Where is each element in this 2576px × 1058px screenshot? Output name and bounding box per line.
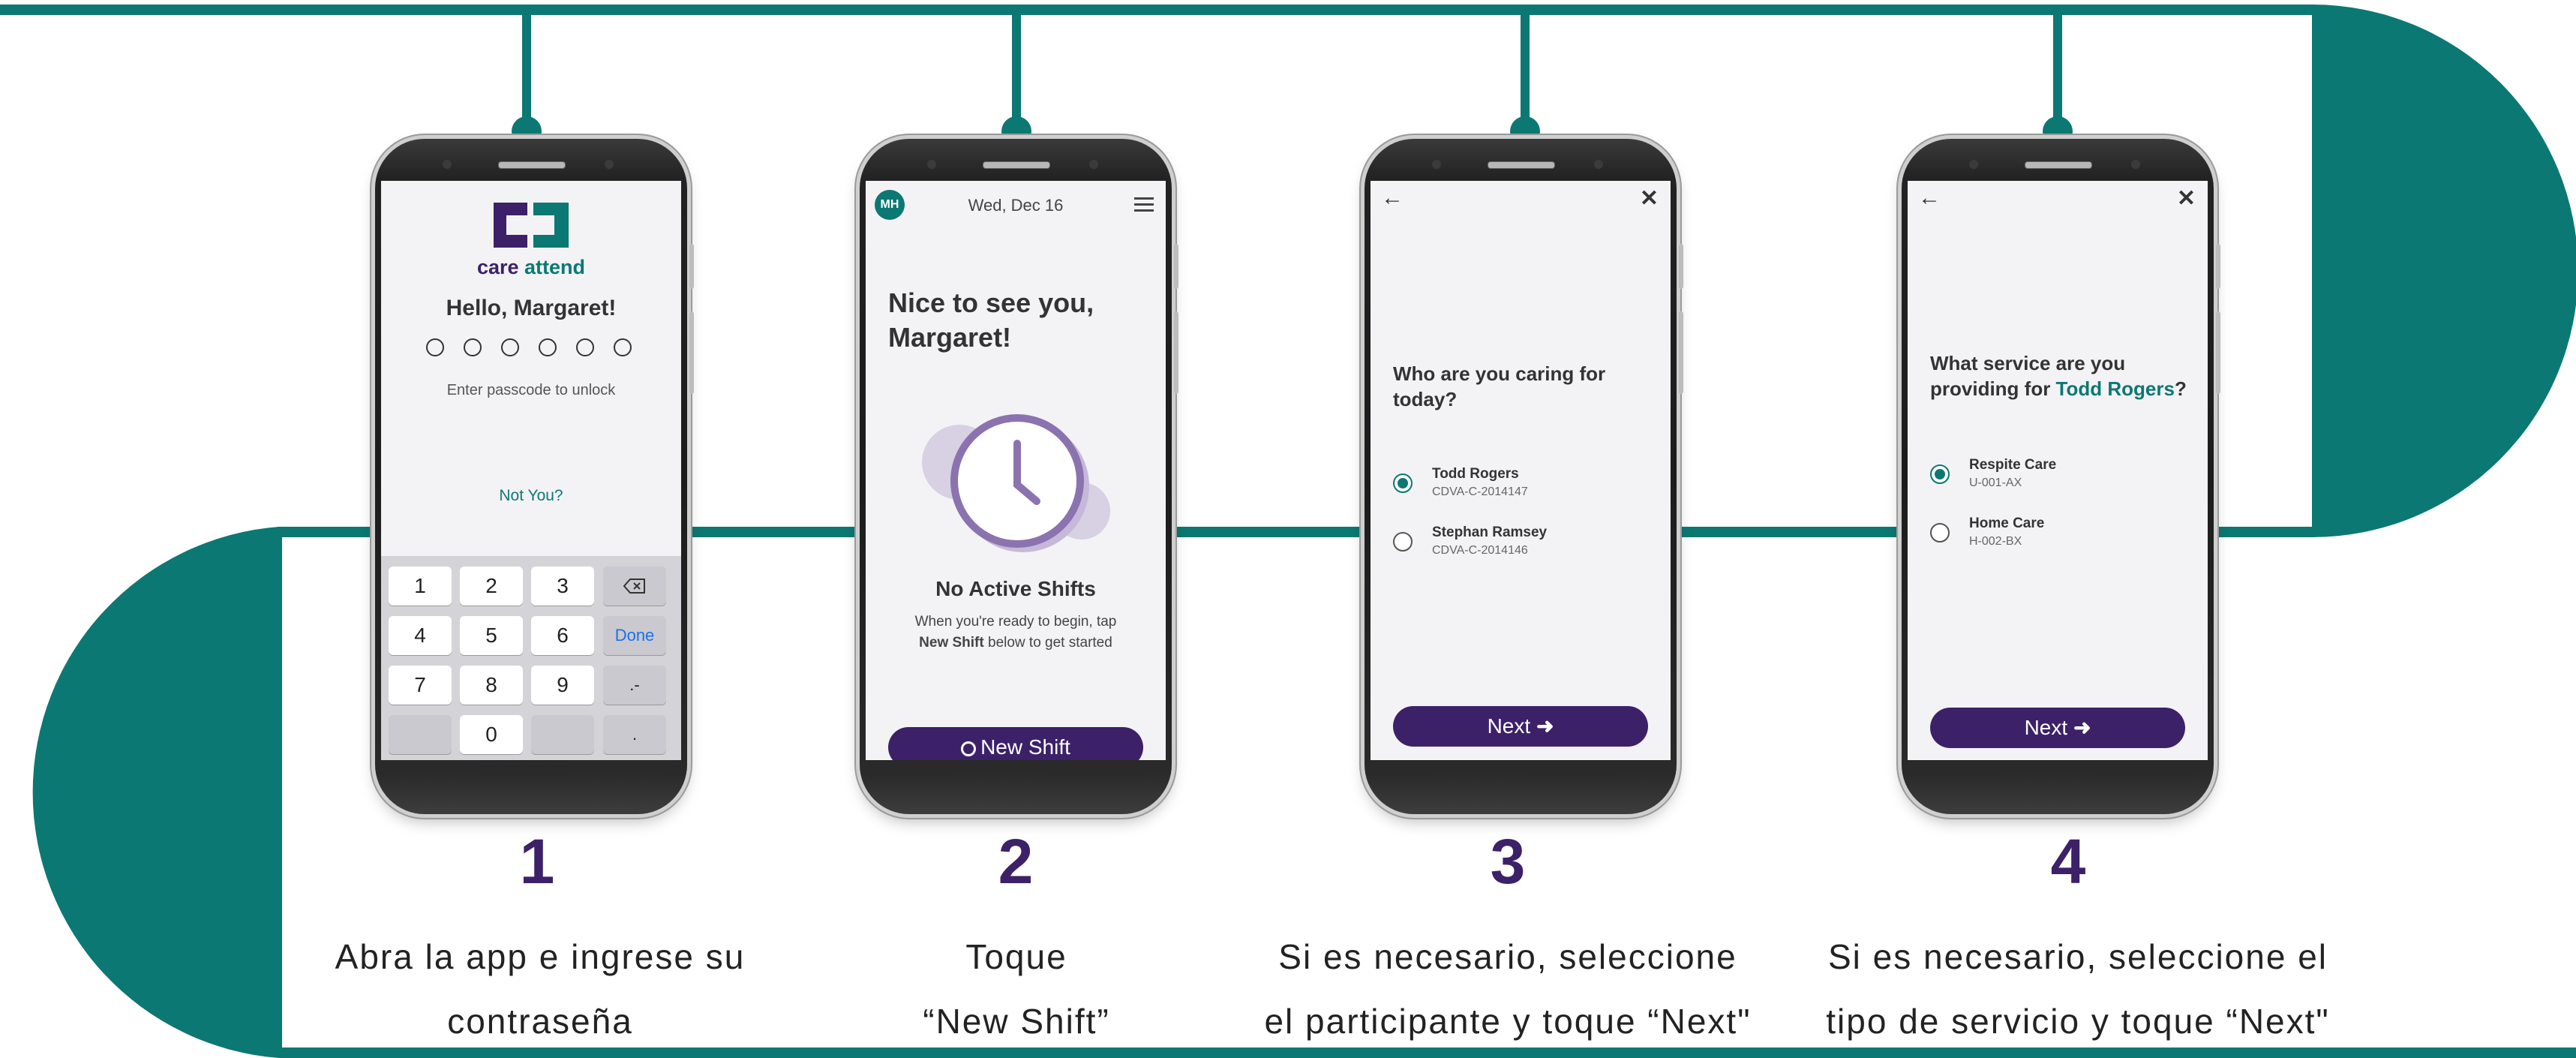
service-option[interactable]: Respite Care U-001-AX [1930,457,2170,494]
phone-step-1: care attend Hello, Margaret! Enter passc… [375,139,694,814]
logo-wordmark: care attend [476,256,586,278]
key-4[interactable]: 4 [389,616,452,655]
not-you-link[interactable]: Not You? [381,487,681,505]
option-name: Todd Rogers [1432,466,1519,482]
speaker [2025,161,2092,169]
lock-screen: care attend Hello, Margaret! Enter passc… [381,181,681,760]
service-select-screen: ← ✕ What service are you providing for T… [1908,181,2208,760]
arrow-right-icon: ➜ [1536,714,1554,738]
option-name: Respite Care [1969,457,2057,473]
step-caption-3: Si es necesario, seleccione el participa… [1264,937,1752,1041]
key-1[interactable]: 1 [389,567,452,606]
back-arrow-icon[interactable]: ← [1918,185,1941,211]
backspace-icon [623,579,645,594]
participant-select-screen: ← ✕ Who are you caring for today? Todd R… [1371,181,1671,760]
header-date: Wed, Dec 16 [968,196,1064,215]
radio-unselected[interactable] [1930,523,1950,543]
blank-key [531,715,594,754]
back-arrow-icon[interactable]: ← [1381,185,1404,211]
greeting: Hello, Margaret! [446,296,617,320]
option-code: CDVA-C-2014146 [1432,544,1528,557]
key-2[interactable]: 2 [460,567,523,606]
step-number-2: 2 [998,826,1034,897]
speaker [983,161,1050,169]
phone-step-3: ← ✕ Who are you caring for today? Todd R… [1365,139,1683,814]
new-shift-button[interactable]: New Shift [888,727,1143,760]
option-code: CDVA-C-2014147 [1432,485,1528,498]
participant-option[interactable]: Todd Rogers CDVA-C-2014147 [1393,466,1633,503]
key-5[interactable]: 5 [460,616,523,655]
help-text: When you're ready to begin, tap New Shif… [914,614,1117,651]
next-button[interactable]: Next ➜ [1930,708,2185,748]
participant-option[interactable]: Stephan Ramsey CDVA-C-2014146 [1393,524,1633,562]
no-active-shifts: No Active Shifts [935,577,1096,600]
step-caption-1: Abra la app e ingrese su contraseña [335,937,746,1041]
backspace-key[interactable] [603,567,666,606]
step-number-3: 3 [1490,826,1526,897]
key-0[interactable]: 0 [460,715,523,754]
participant-question: Who are you caring for today? [1393,362,1606,410]
period-key[interactable]: . [603,715,666,754]
done-key[interactable]: Done [603,616,666,655]
option-name: Stephan Ramsey [1432,524,1548,540]
hamburger-menu-icon[interactable] [1134,197,1154,212]
service-option[interactable]: Home Care H-002-BX [1930,515,2170,553]
passcode-hint: Enter passcode to unlock [446,382,616,398]
step-number-4: 4 [2050,826,2086,897]
phone-step-2: MH Wed, Dec 16 Nice to see you, Margaret… [860,139,1178,814]
welcome-heading: Nice to see you, Margaret! [888,287,1094,353]
clock-icon [922,414,1110,552]
key-3[interactable]: 3 [531,567,594,606]
careattend-logo-icon [494,203,569,248]
numeric-keypad: 1 2 3 4 5 6 Done 7 8 9 .- 0 . [381,556,681,760]
close-icon[interactable]: ✕ [2177,185,2196,212]
radio-unselected[interactable] [1393,532,1413,552]
symbol-key[interactable]: .- [603,666,666,705]
home-screen: MH Wed, Dec 16 Nice to see you, Margaret… [866,181,1166,760]
key-7[interactable]: 7 [389,666,452,705]
passcode-dots [426,338,651,358]
service-question: What service are you providing for Todd … [1930,352,2187,400]
close-icon[interactable]: ✕ [1640,185,1659,212]
clock-small-icon [961,741,977,756]
speaker [498,161,566,169]
step-caption-2: Toque “New Shift” [923,937,1110,1041]
key-6[interactable]: 6 [531,616,594,655]
option-code: U-001-AX [1969,476,2022,489]
speaker [1488,161,1555,169]
key-9[interactable]: 9 [531,666,594,705]
key-8[interactable]: 8 [460,666,523,705]
radio-selected[interactable] [1393,473,1413,493]
option-name: Home Care [1969,515,2045,531]
option-code: H-002-BX [1969,535,2022,548]
step-number-1: 1 [519,826,555,897]
blank-key [389,715,452,754]
arrow-right-icon: ➜ [2073,716,2091,739]
step-caption-4: Si es necesario, seleccione el tipo de s… [1826,937,2330,1041]
next-button[interactable]: Next ➜ [1393,706,1648,747]
phone-step-4: ← ✕ What service are you providing for T… [1902,139,2220,814]
radio-selected[interactable] [1930,464,1950,484]
